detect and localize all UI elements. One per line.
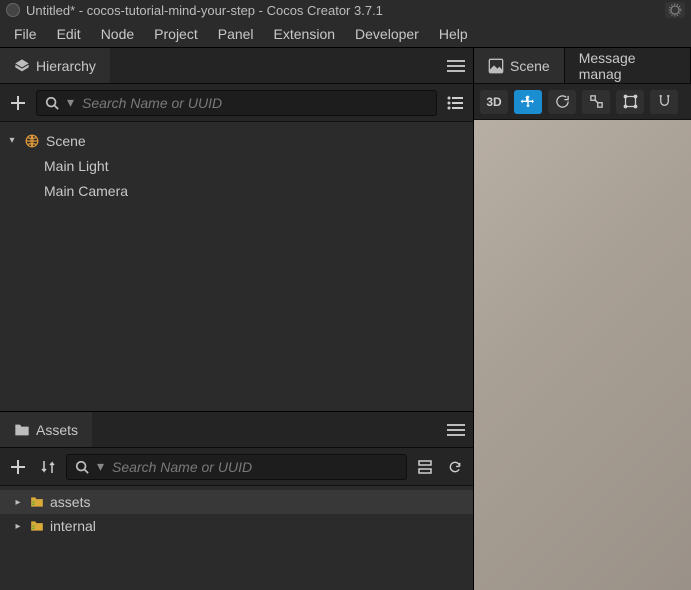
hierarchy-tree[interactable]: ▾ Scene Main Light Main Camera [0, 122, 473, 411]
hierarchy-node-label: Main Camera [44, 183, 128, 199]
scene-toolbar: 3D [474, 84, 691, 120]
assets-folder-label: internal [50, 518, 96, 534]
tab-hierarchy[interactable]: Hierarchy [0, 48, 110, 83]
main-menubar: File Edit Node Project Panel Extension D… [0, 20, 691, 48]
scene-viewport[interactable] [474, 120, 691, 590]
hierarchy-node-main-camera[interactable]: Main Camera [0, 178, 473, 203]
hierarchy-node-scene[interactable]: ▾ Scene [0, 128, 473, 153]
tool-scale[interactable] [582, 90, 610, 114]
app-logo-icon [6, 3, 20, 17]
tool-rotate[interactable] [548, 90, 576, 114]
hierarchy-panel-menu-button[interactable] [439, 48, 473, 83]
window-title: Untitled* - cocos-tutorial-mind-your-ste… [26, 3, 383, 18]
tab-scene[interactable]: Scene [474, 48, 565, 83]
menu-edit[interactable]: Edit [47, 22, 91, 46]
assets-panel-menu-button[interactable] [439, 412, 473, 447]
tab-message-manager[interactable]: Message manag [565, 48, 691, 83]
tab-scene-label: Scene [510, 58, 550, 74]
add-asset-button[interactable] [6, 455, 30, 479]
chevron-right-icon[interactable]: ▸ [12, 521, 24, 532]
collapse-button[interactable] [413, 455, 437, 479]
chevron-down-icon[interactable]: ▾ [6, 135, 18, 146]
titlebar-settings-icon[interactable] [665, 2, 685, 18]
chevron-right-icon[interactable]: ▸ [12, 497, 24, 508]
db-folder-icon [30, 496, 44, 508]
menu-panel[interactable]: Panel [208, 22, 264, 46]
hierarchy-node-label: Scene [46, 133, 86, 149]
tab-assets[interactable]: Assets [0, 412, 92, 447]
hierarchy-toolbar: ▾ [0, 84, 473, 122]
tool-snap[interactable] [650, 90, 678, 114]
search-icon [45, 96, 59, 110]
db-folder-icon [30, 520, 44, 532]
menu-extension[interactable]: Extension [264, 22, 345, 46]
hierarchy-node-main-light[interactable]: Main Light [0, 153, 473, 178]
menu-developer[interactable]: Developer [345, 22, 429, 46]
scene-icon [24, 133, 40, 149]
tool-move[interactable] [514, 90, 542, 114]
tab-hierarchy-label: Hierarchy [36, 58, 96, 74]
layers-icon [14, 58, 30, 74]
hierarchy-node-label: Main Light [44, 158, 109, 174]
tool-rect[interactable] [616, 90, 644, 114]
menu-file[interactable]: File [4, 22, 47, 46]
add-node-button[interactable] [6, 91, 30, 115]
assets-tree[interactable]: ▸ assets ▸ internal [0, 486, 473, 590]
assets-search: ▾ [66, 454, 407, 480]
assets-tabrow: Assets [0, 412, 473, 448]
scene-panel-icon [488, 58, 504, 74]
tab-message-label: Message manag [579, 50, 676, 82]
hierarchy-tabrow: Hierarchy [0, 48, 473, 84]
sort-button[interactable] [36, 455, 60, 479]
hierarchy-search-input[interactable] [82, 95, 428, 111]
folder-icon [14, 422, 30, 438]
refresh-button[interactable] [443, 455, 467, 479]
view-3d-toggle[interactable]: 3D [480, 90, 508, 114]
hierarchy-list-mode-button[interactable] [443, 91, 467, 115]
assets-toolbar: ▾ [0, 448, 473, 486]
menu-node[interactable]: Node [91, 22, 144, 46]
tab-assets-label: Assets [36, 422, 78, 438]
assets-folder-assets[interactable]: ▸ assets [0, 490, 473, 514]
menu-help[interactable]: Help [429, 22, 478, 46]
assets-folder-internal[interactable]: ▸ internal [0, 514, 473, 538]
scene-tabrow: Scene Message manag [474, 48, 691, 84]
search-icon [75, 460, 89, 474]
window-titlebar: Untitled* - cocos-tutorial-mind-your-ste… [0, 0, 691, 20]
assets-search-input[interactable] [112, 459, 398, 475]
hierarchy-search: ▾ [36, 90, 437, 116]
assets-folder-label: assets [50, 494, 90, 510]
menu-project[interactable]: Project [144, 22, 208, 46]
